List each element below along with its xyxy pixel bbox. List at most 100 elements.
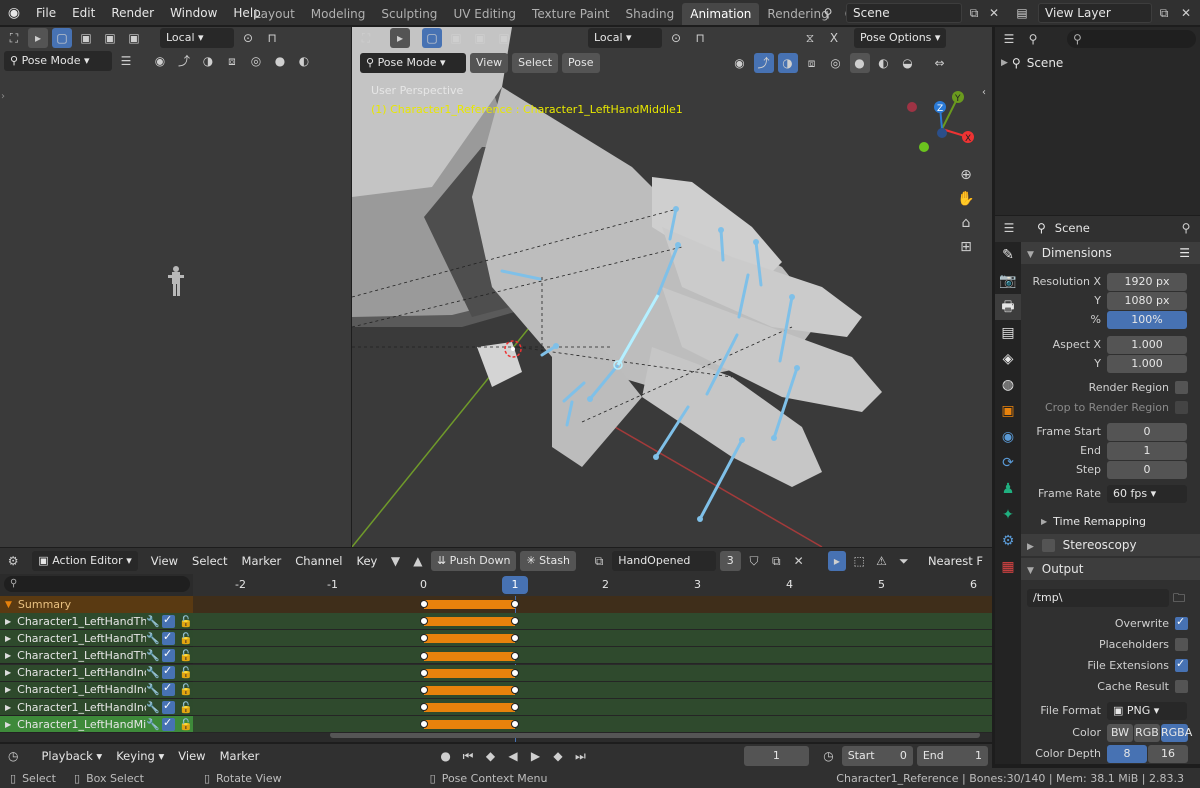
pan-hand-icon[interactable]: ✋ [956, 189, 976, 209]
viewport-gizmo-icon[interactable]: ⤴ [753, 53, 774, 73]
play-icon[interactable]: ▶ [526, 746, 544, 766]
viewport-mode-dropdown[interactable]: ⚲ Pose Mode ▾ [360, 53, 466, 73]
placeholders-checkbox[interactable] [1175, 638, 1188, 651]
time-remapping-subpanel[interactable]: ▶ Time Remapping [1041, 512, 1146, 531]
channel-keyrow[interactable] [193, 630, 992, 648]
keyframe-hold-strip[interactable] [424, 651, 515, 661]
channel-search-input[interactable]: ⚲ [4, 576, 190, 592]
action-menu-marker[interactable]: Marker [237, 554, 287, 568]
cache-result-row[interactable]: Cache Result [1097, 677, 1188, 696]
next-keyframe-icon[interactable]: ◆ [549, 746, 567, 766]
bone-tab-icon[interactable]: ✦ [995, 502, 1021, 528]
shading-wire-icon[interactable]: ◎ [246, 51, 266, 71]
unlink-action-icon[interactable]: ✕ [789, 551, 807, 571]
constraint-tab-icon[interactable]: ⟳ [995, 450, 1021, 476]
lock-icon[interactable]: 🔓 [179, 683, 193, 696]
editor-type-icon[interactable]: ⛶ [4, 28, 24, 48]
shading-material-icon[interactable]: ◐ [294, 51, 314, 71]
action-menu-view[interactable]: View [146, 554, 183, 568]
new-view-layer-icon[interactable]: ⧉ [1154, 3, 1174, 23]
menu-window[interactable]: Window [162, 0, 225, 26]
resolution-y-field[interactable]: 1080 px [1107, 291, 1187, 310]
outliner-display-mode-icon[interactable]: ⚲ [1023, 29, 1043, 49]
timeline-menu-playback[interactable]: Playback ▾ [36, 749, 107, 763]
keyframe-hold-strip[interactable] [424, 668, 515, 678]
channel-keyrow[interactable] [193, 613, 992, 630]
layer-down-icon[interactable]: ▼ [386, 551, 404, 571]
menu-file[interactable]: File [28, 0, 64, 26]
viewport-select-extend-icon[interactable]: ▣ [446, 28, 466, 48]
keyframe-hold-strip[interactable] [424, 634, 515, 644]
navigation-gizmo[interactable]: X Y Z [902, 89, 982, 159]
channel-mute-checkbox[interactable] [162, 630, 175, 645]
render-region-row[interactable]: Render Region [1089, 378, 1188, 397]
bone-channel[interactable]: ▶Character1_LeftHandMidc🔧🔓 [0, 716, 193, 734]
bone-channel[interactable]: ▶Character1_LeftHandThur🔧🔓 [0, 647, 193, 665]
filter-icon[interactable]: ⏷ [895, 551, 913, 571]
preview-range-icon[interactable]: ◷ [819, 746, 837, 766]
action-editor-mode-dropdown[interactable]: ▣ Action Editor ▾ [32, 551, 138, 571]
object-tab-icon[interactable]: ▣ [995, 398, 1021, 424]
lock-icon[interactable]: 🔓 [179, 649, 193, 662]
left-mode-dropdown[interactable]: ⚲ Pose Mode ▾ [4, 51, 112, 71]
fake-user-icon[interactable]: ⛉ [745, 551, 763, 571]
viewport-shading-render-icon[interactable]: ◒ [898, 53, 918, 73]
world-tab-icon[interactable]: ◍ [995, 372, 1021, 398]
lock-icon[interactable]: 🔓 [179, 632, 193, 645]
main-3d-viewport[interactable]: ⛶ ▸ ▢ ▣ ▣ ▣ Local ▾ ⊙ ⊓ ⧖ X Pose Options… [352, 27, 992, 547]
viewport-editor-type-icon[interactable]: ⛶ [356, 28, 376, 48]
tab-sculpting[interactable]: Sculpting [373, 3, 445, 25]
channel-mute-checkbox[interactable] [162, 647, 175, 662]
delete-view-layer-icon[interactable]: ✕ [1176, 3, 1196, 23]
keyframe[interactable] [420, 600, 428, 608]
folder-icon[interactable]: 🗀 [1169, 588, 1189, 608]
scene-tab-icon[interactable]: ◈ [995, 346, 1021, 372]
bone-channel[interactable]: ▶Character1_LeftHandThur🔧🔓 [0, 630, 193, 648]
snap-mode-dropdown[interactable]: Nearest F [923, 554, 988, 568]
play-reverse-icon[interactable]: ◀ [504, 746, 522, 766]
overlay-icon[interactable]: ◑ [198, 51, 218, 71]
channel-mute-checkbox[interactable] [162, 664, 175, 680]
wrench-icon[interactable]: 🔧 [146, 632, 160, 645]
wrench-icon[interactable]: 🔧 [146, 649, 160, 662]
menu-edit[interactable]: Edit [64, 0, 103, 26]
viewport-shading-material-icon[interactable]: ◐ [874, 53, 894, 73]
viewport-sidebar-toggle-icon[interactable]: ‹ [982, 87, 986, 98]
action-name-field[interactable]: HandOpened [612, 551, 716, 571]
action-editor-type-icon[interactable]: ⚙ [4, 551, 22, 571]
viewport-shading-solid-icon[interactable]: ● [849, 53, 870, 73]
prev-keyframe-icon[interactable]: ◆ [481, 746, 499, 766]
expand-arrow-icon[interactable]: ▶ [1001, 58, 1008, 68]
viewport-select-intersect-icon[interactable]: ▣ [494, 28, 514, 48]
viewport-select-tool-icon[interactable]: ▸ [390, 28, 410, 48]
scene-selector[interactable]: Scene [846, 3, 962, 23]
keyframe[interactable] [420, 651, 428, 660]
blender-logo-icon[interactable]: ◉ [0, 5, 28, 21]
transform-orientation-dropdown[interactable]: Local ▾ [160, 28, 234, 48]
layer-up-icon[interactable]: ▲ [409, 551, 427, 571]
frame-ruler[interactable]: -2 -1 0 1 2 3 4 5 6 [193, 574, 992, 596]
color-bw-button[interactable]: BW [1107, 723, 1133, 742]
aspect-y-field[interactable]: 1.000 [1107, 354, 1187, 373]
record-icon[interactable]: ● [436, 746, 454, 766]
keyframe-hold-strip[interactable] [424, 686, 515, 695]
xray-icon[interactable]: ⧈ [222, 51, 242, 71]
select-mode-intersect-icon[interactable]: ▣ [124, 28, 144, 48]
select-mode-new-icon[interactable]: ▢ [52, 28, 72, 48]
viewport-select-new-icon[interactable]: ▢ [422, 28, 442, 48]
wrench-icon[interactable]: 🔧 [146, 683, 160, 696]
file-extensions-row[interactable]: File Extensions [1087, 656, 1188, 675]
keyframe-hold-strip[interactable] [424, 720, 515, 730]
action-menu-select[interactable]: Select [187, 554, 232, 568]
viewport-xray-icon[interactable]: ⧈ [802, 53, 822, 73]
errors-icon[interactable]: ⚠ [872, 551, 890, 571]
left-3d-viewport[interactable]: ⛶ ▸ ▢ ▣ ▣ ▣ Local ▾ ⊙ ⊓ ⚲ Pose Mode ▾ ☰ … [0, 27, 351, 547]
viewport-menu-select[interactable]: Select [512, 53, 559, 73]
file-extensions-checkbox[interactable] [1175, 657, 1188, 672]
frame-rate-dropdown[interactable]: 60 fps ▾ [1107, 484, 1187, 503]
lock-icon[interactable]: 🔓 [179, 718, 193, 731]
pose-options-dropdown[interactable]: Pose Options ▾ [854, 28, 947, 48]
new-scene-icon[interactable]: ⧉ [964, 3, 984, 23]
overwrite-row[interactable]: Overwrite [1115, 614, 1188, 633]
bone-channel[interactable]: ▶Character1_LeftHandInde:🔧🔓 [0, 699, 193, 716]
